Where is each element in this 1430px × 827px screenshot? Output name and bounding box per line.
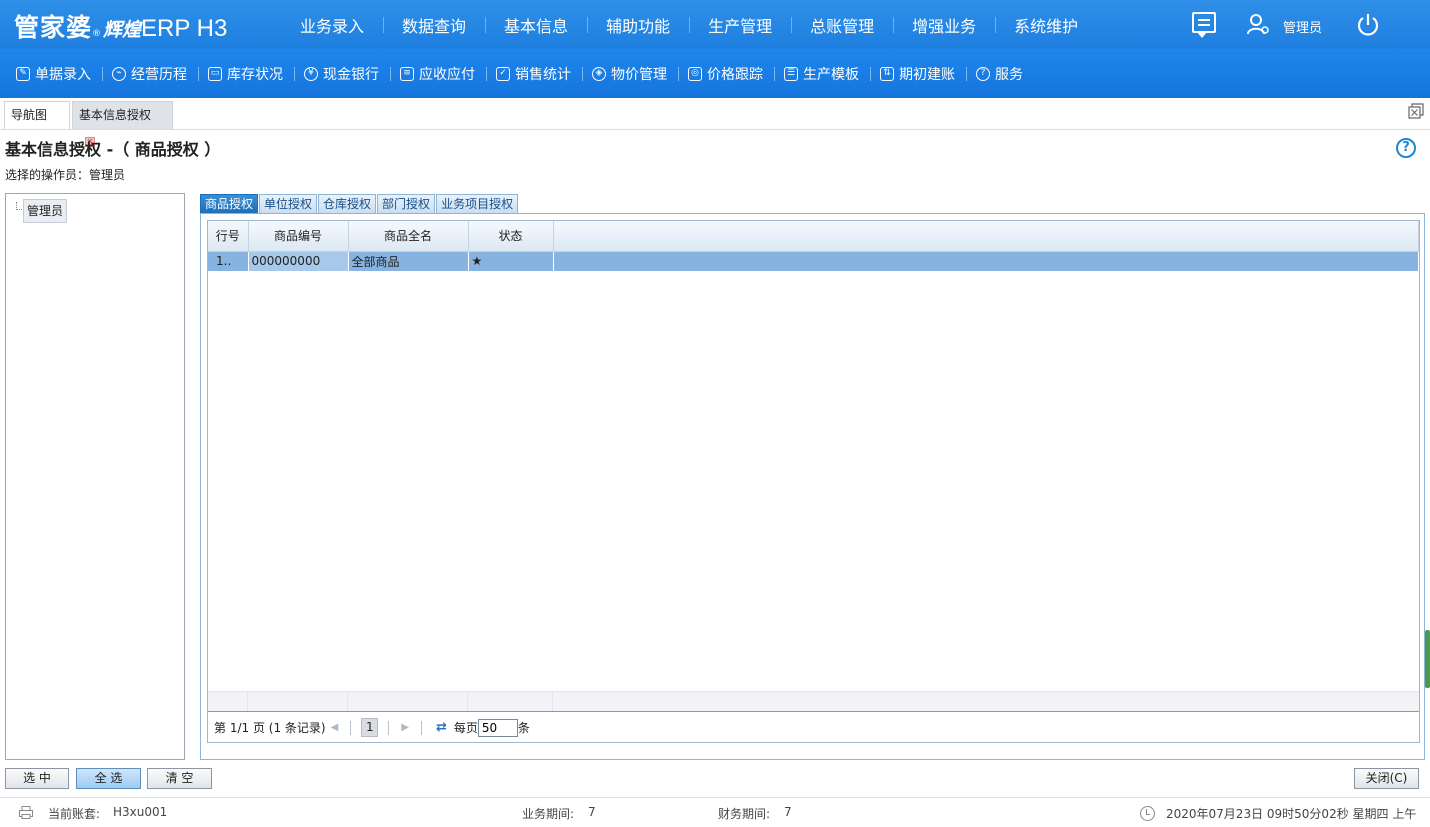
toolbar-production-template[interactable]: ☰ 生产模板 [774,64,870,84]
yen-icon: ¥ [304,66,318,81]
clock-icon [1140,806,1155,821]
page-tab-strip: 导航图 基本信息授权✕ [0,98,1430,147]
menu-system[interactable]: 系统维护 [995,13,1097,37]
page-number-button[interactable]: 1 [361,718,379,737]
printer-icon [19,806,33,819]
menu-basic-info[interactable]: 基本信息 [485,13,587,37]
price-shield-icon: ◈ [592,66,606,81]
select-button[interactable]: 选 中 [5,768,69,789]
menu-enhanced[interactable]: 增强业务 [893,13,995,37]
logo-sub: 辉煌 [103,19,142,41]
menu-data-query[interactable]: 数据查询 [383,13,485,37]
subtab-unit-auth[interactable]: 单位授权 [259,194,318,214]
page-scrollbar[interactable] [1425,630,1430,688]
cell-row-no: 1.. [208,251,249,271]
help-icon[interactable]: ? [1396,138,1416,158]
biz-period-label: 业务期间: [522,807,575,821]
tree-node-admin[interactable]: 管理员 [23,199,68,223]
menu-general-ledger[interactable]: 总账管理 [791,13,893,37]
menu-production[interactable]: 生产管理 [689,13,791,37]
authorization-panel: 商品授权 单位授权 仓库授权 部门授权 业务项目授权 行号 商品编号 商品全名 … [200,193,1425,760]
toolbar-service[interactable]: ? 服务 [966,64,1034,84]
tab-basic-info-auth[interactable]: 基本信息授权✕ [72,101,173,147]
column-header-product-code[interactable]: 商品编号 [248,221,349,252]
menu-auxiliary[interactable]: 辅助功能 [587,13,689,37]
biz-period-value: 7 [588,805,596,819]
quick-toolbar: ✎ 单据录入 ⌁ 经营历程 ▭ 库存状况 ¥ 现金银行 ≡ 应收应付 ✓ 销售统计 ◈ 物价管… [0,49,1430,98]
main-menu: 业务录入 数据查询 基本信息 辅助功能 生产管理 总账管理 增强业务 系统维护 [281,0,1097,49]
column-header-status[interactable]: 状态 [468,221,554,252]
column-header-product-name[interactable]: 商品全名 [348,221,469,252]
logo-registered-mark: ® [92,29,102,39]
fin-period-value: 7 [784,805,792,819]
power-icon[interactable] [1355,12,1381,38]
help-circle-icon: ? [976,66,990,81]
per-page-unit: 条 [517,721,530,735]
user-icon[interactable] [1246,12,1270,36]
subtab-project-auth[interactable]: 业务项目授权 [436,194,519,214]
opening-account-icon: ⇅ [880,66,894,81]
cell-filler [553,251,1419,271]
cell-product-name[interactable]: 全部商品 [348,251,469,271]
datetime-display: 2020年07月23日 09时50分02秒 星期四 上午 [1166,807,1417,821]
receivable-icon: ≡ [400,66,414,81]
subtab-department-auth[interactable]: 部门授权 [377,194,436,214]
per-page-input[interactable] [477,718,518,737]
clear-button[interactable]: 清 空 [147,768,212,789]
toolbar-receivable-payable[interactable]: ≡ 应收应付 [390,64,486,84]
subtab-product-auth[interactable]: 商品授权 [200,194,259,214]
next-page-icon[interactable]: ▶ [401,722,409,733]
toolbar-inventory-status[interactable]: ▭ 库存状况 [198,64,294,84]
refresh-icon[interactable]: ⇄ [436,720,447,735]
template-icon: ☰ [784,66,798,81]
product-auth-grid: 行号 商品编号 商品全名 状态 1.. 000000000 全部商品 ★ 第 1… [207,220,1420,743]
column-header-filler [553,221,1419,252]
column-header-row-no[interactable]: 行号 [208,221,249,252]
table-row[interactable]: 1.. 000000000 全部商品 ★ [208,251,1419,271]
prev-page-icon[interactable]: ◀ [331,722,339,733]
toolbar-sales-stats[interactable]: ✓ 销售统计 [486,64,582,84]
message-icon[interactable] [1192,12,1216,38]
fin-period-label: 财务期间: [718,807,771,821]
grid-table: 行号 商品编号 商品全名 状态 1.. 000000000 全部商品 ★ [208,221,1419,271]
restore-window-icon[interactable] [1408,103,1424,119]
page-info: 第 1/1 页 (1 条记录) [214,721,326,735]
app-logo: 管家婆 ® 辉煌 ERP H3 [14,8,227,42]
tab-navigation-map[interactable]: 导航图 [4,101,70,129]
toolbar-cash-bank[interactable]: ¥ 现金银行 [294,64,390,84]
auth-subtabs: 商品授权 单位授权 仓库授权 部门授权 业务项目授权 [200,194,519,214]
logo-brand: 管家婆 [14,13,93,42]
toolbar-business-history[interactable]: ⌁ 经营历程 [102,64,198,84]
close-button[interactable]: 关闭(C) [1354,768,1419,789]
sales-stats-icon: ✓ [496,66,510,81]
menu-business-entry[interactable]: 业务录入 [281,13,383,37]
subtab-content: 行号 商品编号 商品全名 状态 1.. 000000000 全部商品 ★ 第 1… [200,213,1425,760]
operator-tree-panel: 管理员 [5,193,185,760]
account-value: H3xu001 [113,805,168,819]
toolbar-document-entry[interactable]: ✎ 单据录入 [6,64,102,84]
page-title: 基本信息授权 -（ 商品授权 ） [5,140,221,159]
cell-status[interactable]: ★ [468,251,554,271]
inventory-icon: ▭ [208,66,222,81]
current-user-label[interactable]: 管理员 [1283,17,1322,36]
toolbar-price-management[interactable]: ◈ 物价管理 [582,64,678,84]
toolbar-price-tracking[interactable]: ◎ 价格跟踪 [678,64,774,84]
per-page-label: 每页 [453,721,478,735]
logo-product: ERP H3 [141,15,228,42]
status-bar: 当前账套: H3xu001 业务期间: 7 财务期间: 7 2020年07月23… [0,797,1430,827]
subtab-warehouse-auth[interactable]: 仓库授权 [318,194,377,214]
chart-circle-icon: ⌁ [112,66,126,81]
selected-operator: 选择的操作员：管理员 [5,168,126,182]
account-label: 当前账套: [48,807,101,821]
app-header: 管家婆 ® 辉煌 ERP H3 业务录入 数据查询 基本信息 辅助功能 生产管理 总账… [0,0,1430,49]
price-track-icon: ◎ [688,66,702,81]
cell-product-code[interactable]: 000000000 [248,251,349,271]
pagination-bar: 第 1/1 页 (1 条记录) ◀ 1 ▶ ⇄ 每页 条 [208,711,1419,743]
toolbar-opening-account[interactable]: ⇅ 期初建账 [870,64,966,84]
summary-row [208,691,1419,712]
select-all-button[interactable]: 全 选 [76,768,141,789]
edit-icon: ✎ [16,66,30,81]
